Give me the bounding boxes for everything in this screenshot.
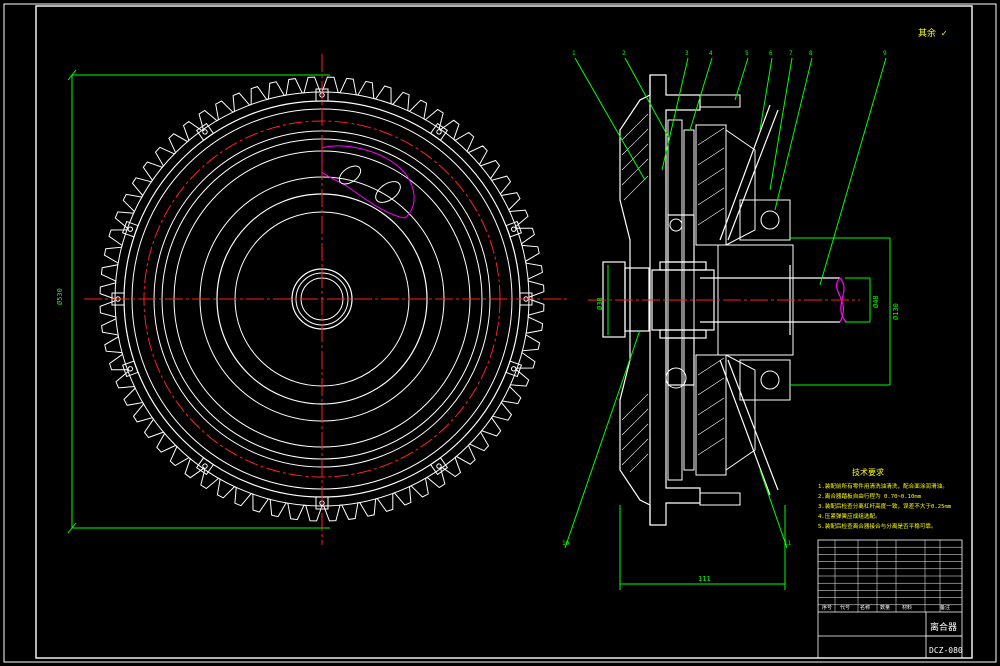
drawing-title: 离合器 [930,621,957,633]
partial-section-outline [321,145,415,219]
balloon-number: 10 [562,540,570,547]
header-name: 名称 [860,604,870,611]
drawing-number: DCZ-080 [929,646,963,655]
front-height-dimension: Ø530 [56,288,64,305]
flywheel-hatching [621,113,649,473]
bore-dia-dimension: Ø130 [892,303,900,320]
tech-requirement-1: 1.装配前所有零件用清洗油清洗，配合面涂润滑油。 [818,482,948,490]
parts-list-grid [817,539,963,659]
balloon-number: 2 [622,50,626,57]
tech-requirement-4: 4.压紧弹簧应成组选配。 [818,512,881,520]
leader-line [689,57,713,131]
sheet-frame [3,3,997,663]
balloon-number: 1 [572,50,576,57]
shaft-dia-dimension: Ø48 [872,295,880,308]
rivet-hole-upper [669,218,683,232]
roughness-note: 其余 ✓ [918,27,947,39]
balloon-number: 6 [769,50,773,57]
leader-line [819,57,887,286]
leader-line [759,57,773,131]
overall-width-dimension: 111 [698,575,711,583]
clutch-assembly-drawing: 其余 ✓ Ø530 Ø38 Ø48 Ø130 111 1 2 3 4 5 6 7… [3,3,997,663]
header-code: 代号 [840,604,850,611]
leader-line [759,469,788,549]
tech-requirement-3: 3.装配后检查分离杠杆高度一致，误差不大于0.25mm [818,502,952,510]
balloon-number: 8 [809,50,813,57]
spring-slot-1 [338,165,362,185]
leader-line [564,329,641,549]
tech-requirements-heading: 技术要求 [852,467,884,477]
balloon-number: 3 [685,50,689,57]
tech-requirement-5: 5.装配后检查离合器接合与分离是否平稳可靠。 [818,522,937,530]
header-material: 材料 [902,604,912,611]
tech-requirements: 技术要求 1.装配前所有零件用清洗油清洗，配合面涂润滑油。 2.离合器踏板自由行… [818,467,952,530]
header-seq: 序号 [822,604,832,611]
tech-requirement-2: 2.离合器踏板自由行程为 0.70~0.10mm [818,492,922,500]
front-centerlines [84,54,570,545]
front-view: Ø530 [56,54,570,545]
hub-dia-dimension: Ø38 [596,297,604,310]
parts-list-rows [818,540,962,612]
header-remarks: 备注 [940,604,950,611]
leader-line [769,57,793,191]
header-qty: 数量 [880,604,890,611]
leader-line [624,57,671,141]
leader-line [734,57,749,101]
balloon-number: 5 [745,50,749,57]
balloon-number: 11 [784,540,792,547]
balloon-number: 7 [789,50,793,57]
pressure-plate-hatching [697,127,725,456]
balloon-number: 4 [709,50,713,57]
spring-slot-2 [375,181,401,203]
title-block: 序号 代号 名称 数量 材料 备注 离合器 DCZ-080 [817,539,963,659]
leader-line [774,57,813,211]
balloon-number: 9 [883,50,887,57]
